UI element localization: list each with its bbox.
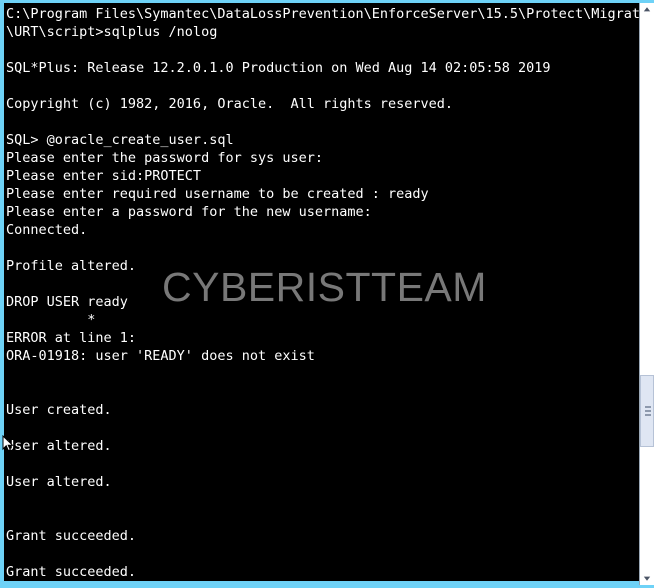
console-line: SQL*Plus: Release 12.2.0.1.0 Production … — [6, 60, 551, 76]
console-line: Please enter required username to be cre… — [6, 186, 429, 202]
scrollbar-track[interactable] — [640, 17, 654, 571]
console-line: DROP USER ready — [6, 294, 128, 310]
console-output: C:\Program Files\Symantec\DataLossPreven… — [6, 5, 640, 581]
console-line: User altered. — [6, 474, 112, 490]
vertical-scrollbar[interactable] — [639, 3, 654, 585]
scrollbar-thumb[interactable] — [640, 375, 654, 447]
console-line: C:\Program Files\Symantec\DataLossPreven… — [6, 6, 640, 22]
console-window-screenshot: C:\Program Files\Symantec\DataLossPreven… — [0, 0, 654, 588]
console-line: * — [6, 312, 96, 328]
scroll-down-arrow-icon[interactable] — [640, 571, 654, 585]
console-line: User created. — [6, 402, 112, 418]
console-line: Please enter sid:PROTECT — [6, 168, 202, 184]
console-line: Please enter a password for the new user… — [6, 204, 372, 220]
console-line: ERROR at line 1: — [6, 330, 137, 346]
console-line: ORA-01918: user 'READY' does not exist — [6, 348, 315, 364]
scroll-up-arrow-icon[interactable] — [640, 3, 654, 17]
console-line: \URT\script>sqlplus /nolog — [6, 24, 218, 40]
console-line: Connected. — [6, 222, 88, 238]
scrollbar-thumb-grip-icon — [645, 406, 651, 418]
console-line: Grant succeeded. — [6, 564, 137, 580]
console-line: Please enter the password for sys user: — [6, 150, 323, 166]
console-line: Copyright (c) 1982, 2016, Oracle. All ri… — [6, 96, 454, 112]
console-line: Grant succeeded. — [6, 528, 137, 544]
console-line: Profile altered. — [6, 258, 137, 274]
console-line: SQL> @oracle_create_user.sql — [6, 132, 234, 148]
console-line: User altered. — [6, 438, 112, 454]
console-client-area[interactable]: C:\Program Files\Symantec\DataLossPreven… — [4, 3, 640, 581]
